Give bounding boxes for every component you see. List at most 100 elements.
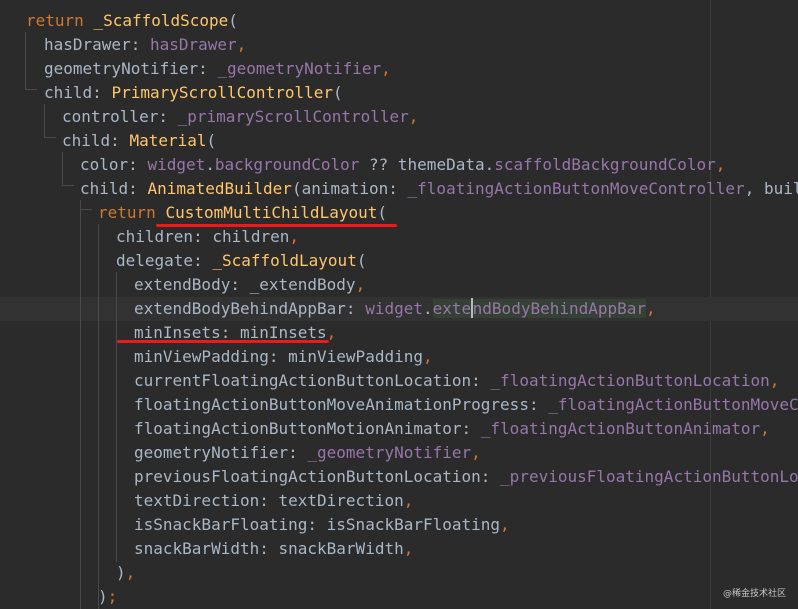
code-field: _floatingActionButtonLocation xyxy=(490,371,770,390)
code-text: snackBarWidth: snackBarWidth xyxy=(134,539,404,558)
code-line[interactable]: extendBody: _extendBody, xyxy=(134,273,365,297)
code-punct: , xyxy=(422,347,433,366)
indent-guide xyxy=(25,89,37,90)
code-text: delegate: xyxy=(116,251,213,270)
code-field: _floatingActionButtonMoveController xyxy=(407,179,745,198)
code-field: ndBodyBehindAppBar xyxy=(472,299,647,318)
code-line[interactable]: return _ScaffoldScope( xyxy=(26,9,238,33)
code-text: ( xyxy=(206,131,217,150)
code-line[interactable]: floatingActionButtonMoveAnimationProgres… xyxy=(134,393,798,417)
code-line[interactable]: isSnackBarFloating: isSnackBarFloating, xyxy=(134,513,510,537)
code-editor[interactable]: return _ScaffoldScope( hasDrawer: hasDra… xyxy=(0,0,798,609)
code-text: (animation: xyxy=(291,179,408,198)
code-line[interactable]: return CustomMultiChildLayout( xyxy=(98,201,387,225)
code-keyword: return xyxy=(26,11,84,30)
code-field: scaffoldBackgroundColor xyxy=(494,155,716,174)
indent-guide xyxy=(80,200,81,609)
indent-guide xyxy=(80,209,92,210)
annotation-underline xyxy=(117,340,329,343)
code-punct: , xyxy=(500,515,510,534)
annotation-underline xyxy=(156,224,397,227)
code-line[interactable]: delegate: _ScaffoldLayout( xyxy=(116,249,366,273)
watermark: @稀金技术社区 xyxy=(722,589,786,599)
code-punct: , xyxy=(408,107,419,126)
code-line[interactable]: color: widget.backgroundColor ?? themeDa… xyxy=(80,153,725,177)
code-field: hasDrawer xyxy=(149,35,237,54)
code-field: _primaryScrollController xyxy=(177,107,409,126)
indent-guide xyxy=(116,272,117,562)
code-line[interactable]: textDirection: textDirection, xyxy=(134,489,413,513)
code-text: ) xyxy=(116,563,126,582)
code-punct: , xyxy=(760,419,770,438)
code-text: isSnackBarFloating: isSnackBarFloating xyxy=(134,515,501,534)
code-text: ?? themeData. xyxy=(359,155,495,174)
code-class: Material xyxy=(129,131,207,150)
code-punct: , xyxy=(381,59,391,78)
code-punct: , xyxy=(289,227,300,246)
code-punct: ; xyxy=(107,587,118,606)
code-class: _ScaffoldLayout xyxy=(212,251,357,270)
code-class: _ScaffoldScope xyxy=(93,11,229,30)
code-text: . xyxy=(205,155,215,174)
code-text: child: xyxy=(80,179,148,198)
code-line[interactable]: hasDrawer: hasDrawer, xyxy=(44,33,246,57)
code-field: widget xyxy=(365,299,423,318)
code-line[interactable]: child: Material( xyxy=(62,129,216,153)
code-text: floatingActionButtonMoveAnimationProgres… xyxy=(134,395,549,414)
code-line[interactable]: currentFloatingActionButtonLocation: _fl… xyxy=(134,369,779,393)
code-line[interactable]: snackBarWidth: snackBarWidth, xyxy=(134,537,413,561)
code-line[interactable]: ); xyxy=(98,585,117,609)
code-punct: , xyxy=(715,155,726,174)
code-text: hasDrawer: xyxy=(44,35,150,54)
code-text: children: children xyxy=(116,227,290,246)
code-line[interactable]: previousFloatingActionButtonLocation: _p… xyxy=(134,465,798,489)
code-line[interactable]: extendBodyBehindAppBar: widget.extendBod… xyxy=(134,297,656,321)
indent-guide xyxy=(44,137,56,138)
code-text: textDirection: textDirection xyxy=(134,491,404,510)
indent-guide xyxy=(98,224,99,609)
code-line[interactable]: geometryNotifier: _geometryNotifier, xyxy=(134,441,481,465)
code-line[interactable]: child: PrimaryScrollController( xyxy=(44,81,343,105)
code-text: ( xyxy=(228,11,238,30)
code-field: exte xyxy=(432,299,472,318)
code-text: . xyxy=(422,299,433,318)
code-field: widget xyxy=(147,155,206,174)
code-text: currentFloatingActionButtonLocation: xyxy=(134,371,491,390)
code-punct: , xyxy=(769,371,780,390)
indent-guide xyxy=(62,185,74,186)
code-line[interactable]: child: AnimatedBuilder(animation: _float… xyxy=(80,177,798,201)
code-line[interactable]: geometryNotifier: _geometryNotifier, xyxy=(44,57,391,81)
code-text: child: xyxy=(62,131,130,150)
code-punct: , xyxy=(646,299,656,318)
code-class: AnimatedBuilder xyxy=(147,179,292,198)
code-text: controller: xyxy=(62,107,178,126)
code-punct: , xyxy=(471,443,481,462)
code-text: ) xyxy=(98,587,108,606)
code-field: _floatingActionButtonAnimator xyxy=(480,419,761,438)
code-class: CustomMultiChildLayout xyxy=(165,203,378,222)
code-text: floatingActionButtonMotionAnimator: xyxy=(134,419,481,438)
code-keyword: return xyxy=(98,203,156,222)
code-text: , builder: xyxy=(744,179,798,198)
code-field: _previousFloatingActionButtonLocatio xyxy=(500,467,798,486)
code-class: PrimaryScrollController xyxy=(111,83,333,102)
indent-guide xyxy=(44,104,45,137)
code-text: previousFloatingActionButtonLocation: xyxy=(134,467,501,486)
code-line[interactable]: controller: _primaryScrollController, xyxy=(62,105,418,129)
code-punct: , xyxy=(125,563,136,582)
code-text: extendBody: xyxy=(134,275,250,294)
code-punct: , xyxy=(355,275,366,294)
code-field: backgroundColor xyxy=(214,155,360,174)
code-line[interactable]: minViewPadding: minViewPadding, xyxy=(134,345,433,369)
code-text: minViewPadding: minViewPadding xyxy=(134,347,423,366)
code-text: geometryNotifier: xyxy=(134,443,308,462)
code-field: _geometryNotifier xyxy=(217,59,382,78)
code-field: _geometryNotifier xyxy=(307,443,472,462)
code-line[interactable]: ), xyxy=(116,561,135,585)
code-text: _extendBody xyxy=(249,275,356,294)
code-text: ( xyxy=(377,203,387,222)
code-line[interactable]: children: children, xyxy=(116,225,299,249)
indent-guide xyxy=(25,32,26,89)
code-text: child: xyxy=(44,83,112,102)
code-line[interactable]: floatingActionButtonMotionAnimator: _flo… xyxy=(134,417,770,441)
